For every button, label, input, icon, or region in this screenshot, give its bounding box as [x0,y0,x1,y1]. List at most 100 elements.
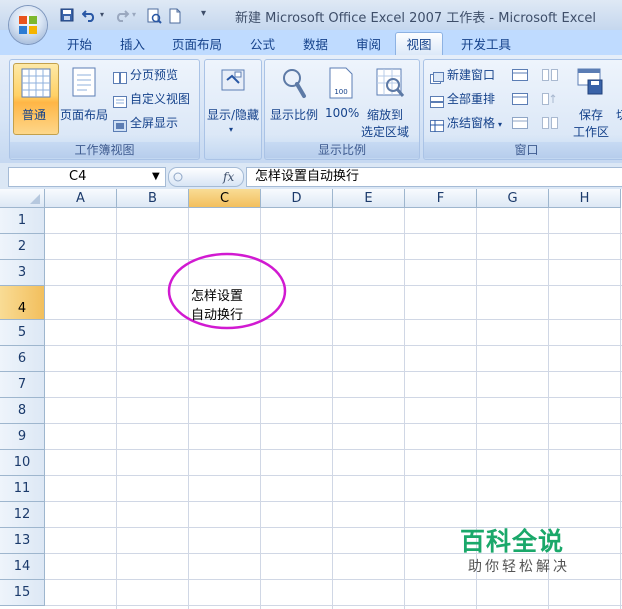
watermark: 百科全说 助你轻松解决 [446,520,606,590]
tab-review[interactable]: 审阅 [356,34,381,55]
watermark-title: 百科全说 [460,527,565,556]
show-hide-button[interactable]: 显示/隐藏 ▾ [205,65,261,140]
normal-view-button[interactable]: 普通 [13,63,59,135]
zoom-to-selection-icon [376,68,405,97]
zoom-100-icon: 100 [329,67,353,99]
column-header-h[interactable]: H [549,189,621,208]
customize-qat-icon[interactable]: ▾ [201,8,206,19]
fx-icon: fx [223,170,235,184]
undo-icon[interactable] [81,8,96,22]
undo-dropdown-icon[interactable]: ▾ [100,10,104,19]
new-window-label: 新建窗口 [447,68,496,82]
row-header-14[interactable]: 14 [0,554,45,580]
office-button[interactable] [9,6,47,44]
tab-developer[interactable]: 开发工具 [461,34,511,55]
tab-insert[interactable]: 插入 [120,34,145,55]
save-workspace-button[interactable]: 保存 工作区 [570,65,610,139]
gridline-vertical [620,208,621,609]
custom-views-icon [113,94,127,108]
zoom-100-button[interactable]: 100 100% [323,65,359,127]
column-header-a[interactable]: A [45,189,117,208]
window-title: 新建 Microsoft Office Excel 2007 工作表 - Mic… [235,11,596,26]
row-header-1[interactable]: 1 [0,208,45,234]
save-icon[interactable] [60,8,74,22]
row-header-2[interactable]: 2 [0,234,45,260]
save-workspace-icon [577,68,603,95]
magnifier-icon [283,69,306,98]
page-layout-view-label: 页面布局 [60,108,109,122]
hide-window-icon[interactable] [512,93,528,105]
new-document-icon[interactable] [168,8,182,24]
switch-windows-label[interactable]: 切 [616,106,622,123]
formula-bar: C4 ▼ fx 怎样设置自动换行 [0,163,622,190]
row-header-4[interactable]: 4 [0,286,45,320]
redo-icon[interactable] [113,8,130,22]
column-header-b[interactable]: B [117,189,189,208]
row-header-6[interactable]: 6 [0,346,45,372]
gridline-horizontal [45,475,622,476]
arrange-all-button[interactable]: 全部重排 [430,89,495,109]
cell-c4[interactable]: 怎样设置 自动换行 [191,287,243,325]
row-header-13[interactable]: 13 [0,528,45,554]
column-header-d[interactable]: D [261,189,333,208]
row-header-5[interactable]: 5 [0,320,45,346]
full-screen-button[interactable]: 全屏显示 [113,113,178,133]
zoom-to-selection-button[interactable]: 缩放到 选定区域 [361,65,417,143]
gridline-horizontal [45,285,622,286]
row-header-12[interactable]: 12 [0,502,45,528]
group-window: 新建窗口 全部重排 冻结窗格▾ 保存 工作区 切 窗口 [423,59,622,160]
freeze-panes-dropdown-icon: ▾ [498,120,503,129]
redo-dropdown-icon[interactable]: ▾ [132,10,136,19]
cell-c4-line-2: 自动换行 [191,308,244,323]
page-break-preview-label: 分页预览 [130,68,179,82]
group-show-hide: 显示/隐藏 ▾ [204,59,262,160]
freeze-panes-button[interactable]: 冻结窗格 ▾ [430,113,502,133]
gridline-horizontal [45,345,622,346]
synchronous-scrolling-icon[interactable] [542,93,558,105]
custom-views-button[interactable]: 自定义视图 [113,89,190,109]
zoom-button[interactable]: 显示比例 [267,65,323,127]
tab-page-layout[interactable]: 页面布局 [172,34,222,55]
zoom-to-selection-label-2: 选定区域 [361,125,410,139]
gridline-horizontal [45,259,622,260]
column-header-f[interactable]: F [405,189,477,208]
column-header-g[interactable]: G [477,189,549,208]
arrange-all-icon [430,94,444,108]
new-window-icon [430,70,444,84]
column-header-c[interactable]: C [189,189,261,208]
select-all-button[interactable] [0,189,45,208]
reset-window-position-icon[interactable] [542,117,558,129]
formula-input[interactable]: 怎样设置自动换行 [246,167,622,187]
zoom-to-selection-label-1: 缩放到 [367,108,404,122]
split-icon[interactable] [512,69,528,81]
row-header-9[interactable]: 9 [0,424,45,450]
tab-home[interactable]: 开始 [67,34,92,55]
new-window-button[interactable]: 新建窗口 [430,65,495,85]
row-header-11[interactable]: 11 [0,476,45,502]
tab-data[interactable]: 数据 [303,34,328,55]
name-box[interactable]: C4 ▼ [8,167,166,187]
tab-formulas[interactable]: 公式 [250,34,275,55]
unhide-window-icon[interactable] [512,117,528,129]
page-layout-view-button[interactable]: 页面布局 [60,65,110,127]
insert-function-button[interactable]: fx [168,167,244,187]
title-bar: ▾ ▾ ▾ 新建 Microsoft Office Excel 2007 工作表… [0,0,622,30]
row-header-3[interactable]: 3 [0,260,45,286]
row-header-7[interactable]: 7 [0,372,45,398]
row-header-8[interactable]: 8 [0,398,45,424]
page-break-preview-button[interactable]: 分页预览 [113,65,178,85]
tab-view[interactable]: 视图 [395,32,443,56]
gridline-vertical [404,208,405,609]
column-header-e[interactable]: E [333,189,405,208]
print-preview-icon[interactable] [146,8,162,24]
save-workspace-label-2: 工作区 [573,125,610,139]
view-side-by-side-icon[interactable] [542,69,558,81]
gridline-vertical [332,208,333,609]
cell-c4-line-1: 怎样设置 [191,289,244,304]
row-header-10[interactable]: 10 [0,450,45,476]
select-all-triangle-icon [30,194,40,204]
page-layout-view-icon [72,67,96,97]
formula-bar-handle-icon [173,172,183,182]
name-box-dropdown-icon[interactable]: ▼ [152,168,160,186]
row-header-15[interactable]: 15 [0,580,45,606]
